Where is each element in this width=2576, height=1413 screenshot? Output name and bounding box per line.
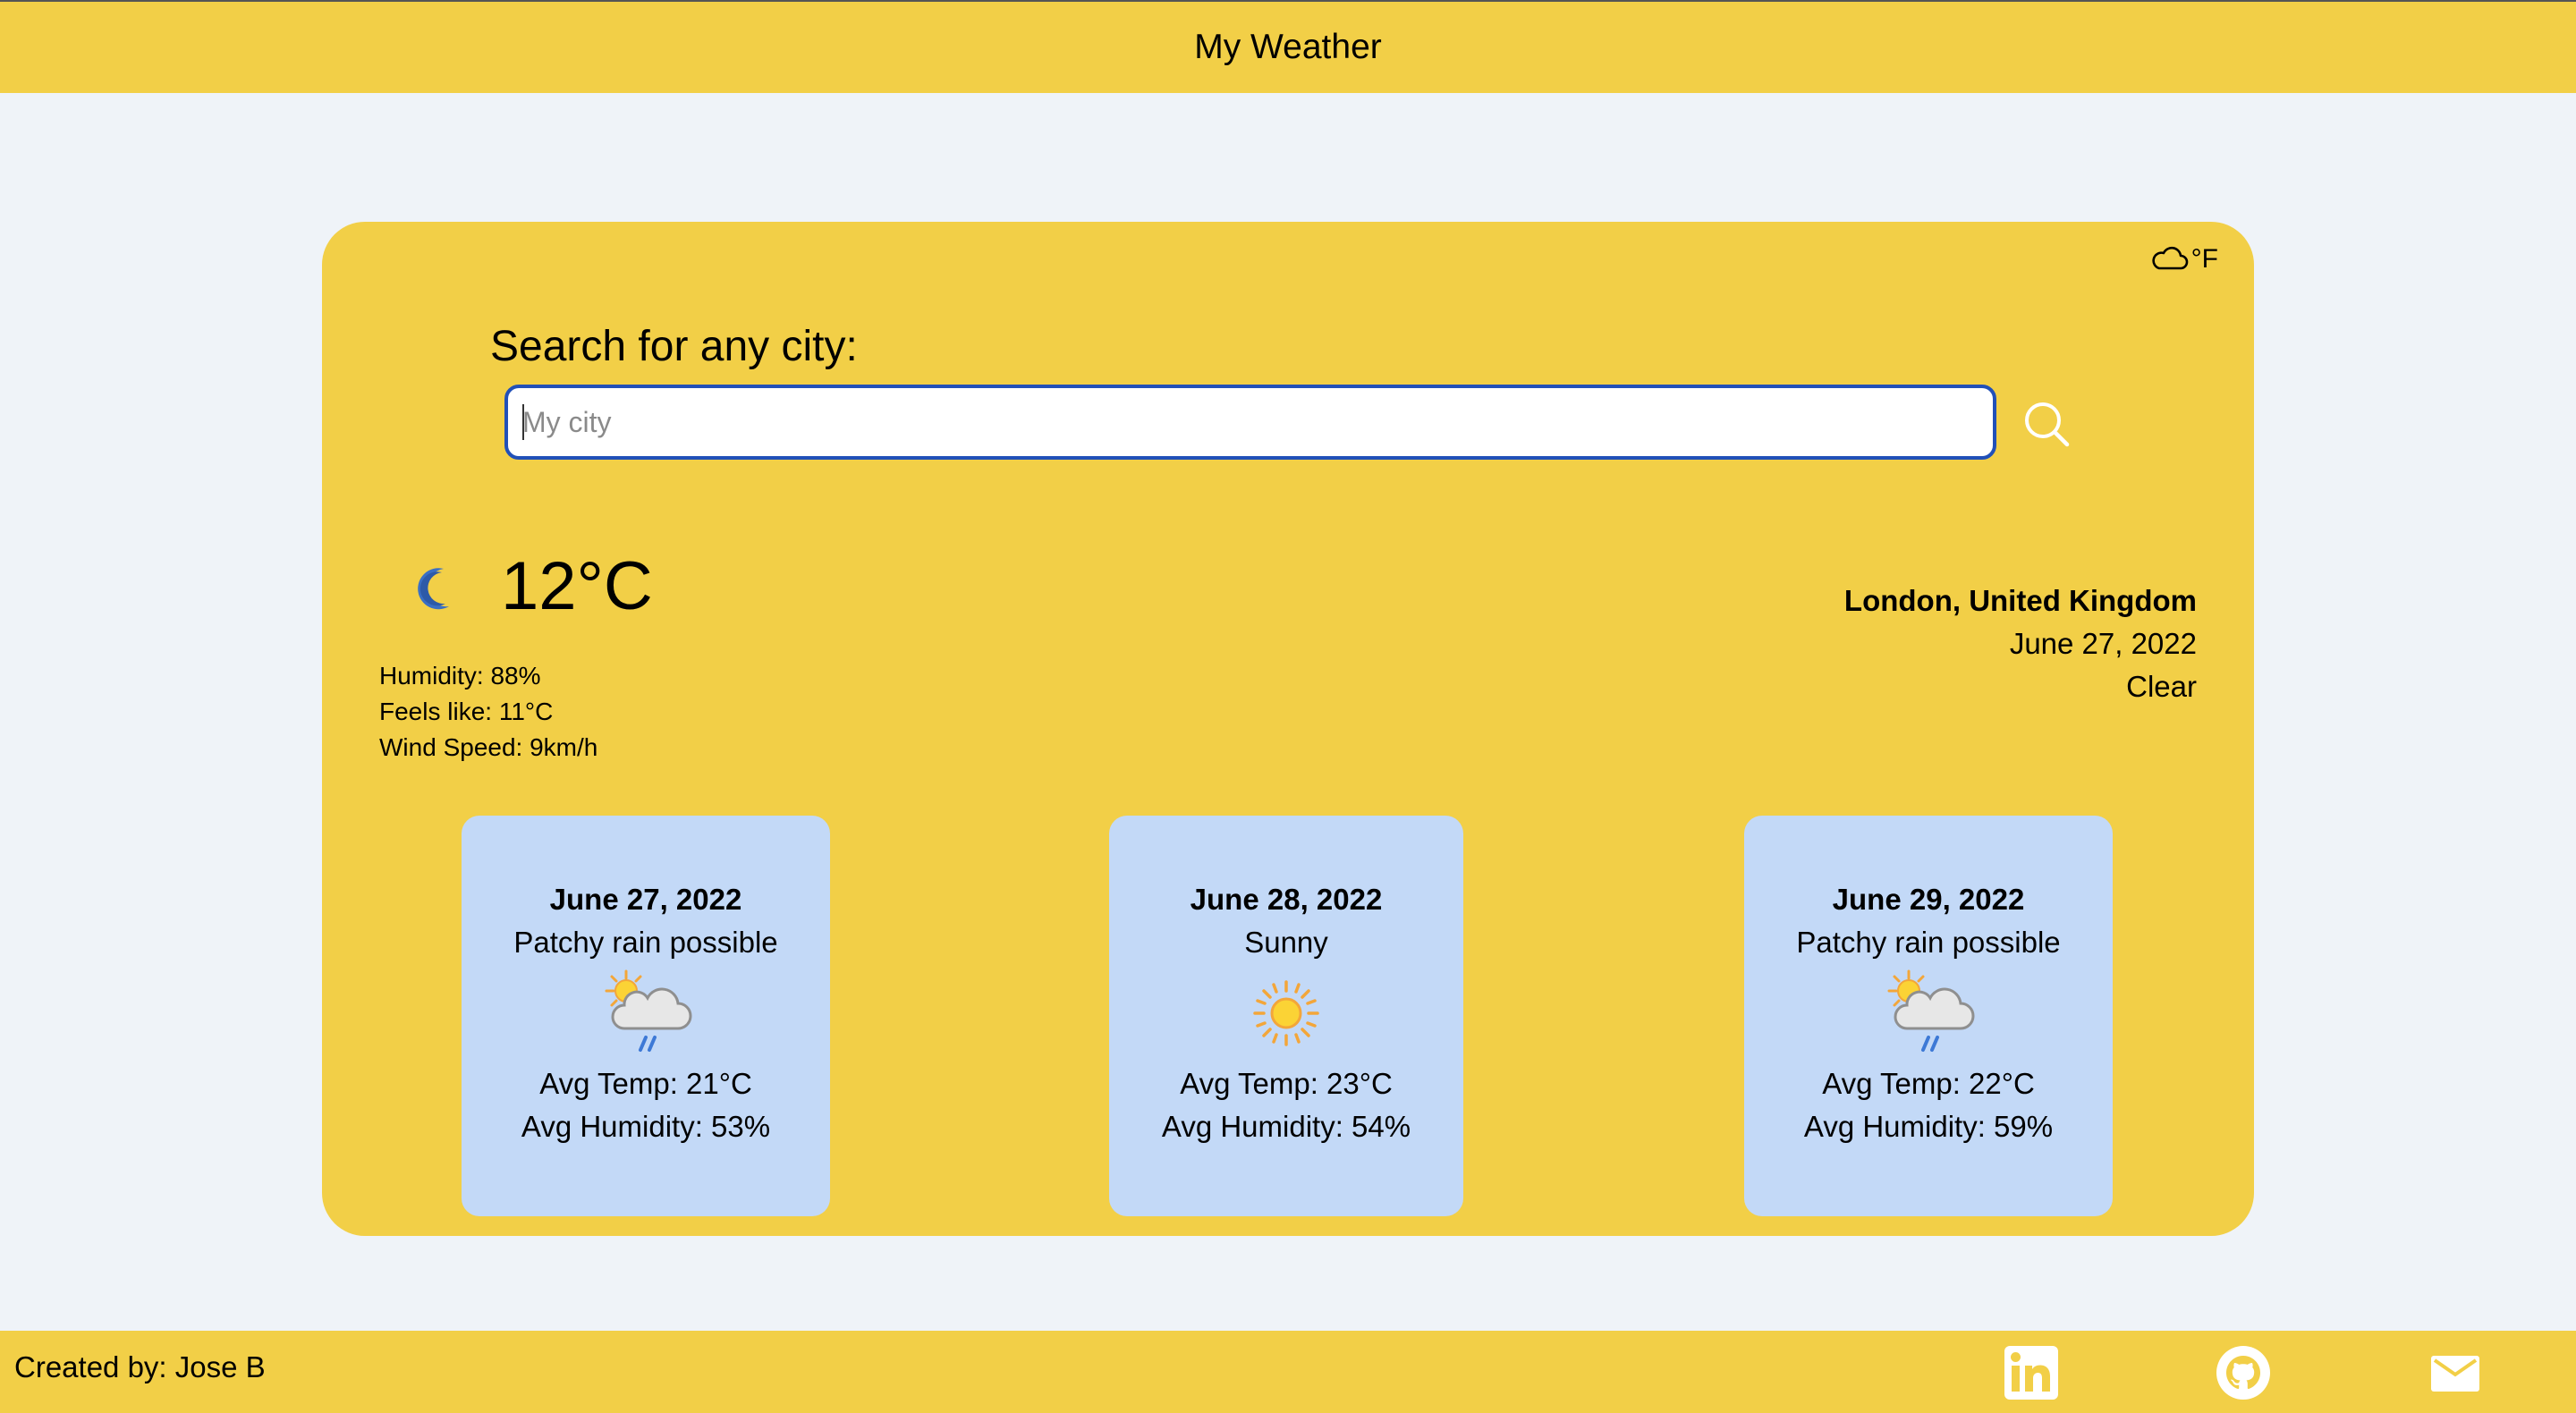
unit-toggle-label: °F bbox=[2190, 244, 2218, 274]
feels-like-text: Feels like: 11°C bbox=[379, 698, 554, 725]
forecast-avg-humidity: Avg Humidity: 59% bbox=[1803, 1110, 2054, 1143]
forecast-card: June 29, 2022 Patchy rain possible Avg T… bbox=[1744, 816, 2113, 1216]
forecast-avg-temp: Avg Temp: 21°C bbox=[539, 1067, 752, 1100]
weather-card: °F Search for any city: 12°C Humidity: 8… bbox=[322, 222, 2254, 1236]
patchy-rain-icon bbox=[1887, 969, 1975, 1052]
mail-icon[interactable] bbox=[2428, 1345, 2483, 1400]
forecast-card: June 28, 2022 Sunny Avg Temp: 23°C Avg H… bbox=[1109, 816, 1463, 1216]
footer-credit: Created by: Jose B bbox=[14, 1350, 266, 1383]
location-info: London, United Kingdom June 27, 2022 Cle… bbox=[1844, 580, 2197, 708]
search-label: Search for any city: bbox=[490, 323, 858, 370]
forecast-condition: Patchy rain possible bbox=[513, 926, 778, 959]
forecast-avg-humidity: Avg Humidity: 53% bbox=[521, 1110, 771, 1143]
current-condition: Clear bbox=[2126, 670, 2197, 703]
app-title: My Weather bbox=[1194, 28, 1382, 66]
wind-speed-text: Wind Speed: 9km/h bbox=[379, 733, 598, 761]
forecast-condition: Sunny bbox=[1244, 926, 1328, 959]
forecast-condition: Patchy rain possible bbox=[1796, 926, 2061, 959]
humidity-text: Humidity: 88% bbox=[379, 662, 541, 690]
patchy-rain-icon bbox=[605, 969, 692, 1052]
linkedin-icon[interactable] bbox=[2004, 1345, 2059, 1400]
footer: Created by: Jose B bbox=[0, 1331, 2576, 1413]
cloud-icon bbox=[2152, 246, 2188, 270]
forecast-date: June 28, 2022 bbox=[1190, 883, 1383, 916]
forecast-avg-temp: Avg Temp: 22°C bbox=[1822, 1067, 2035, 1100]
current-temperature: 12°C bbox=[501, 548, 653, 624]
location-name: London, United Kingdom bbox=[1843, 584, 2197, 617]
current-date: June 27, 2022 bbox=[2009, 627, 2197, 660]
github-icon[interactable] bbox=[2216, 1345, 2271, 1400]
sun-icon bbox=[1253, 980, 1319, 1046]
search-icon[interactable] bbox=[2020, 397, 2073, 451]
forecast-card: June 27, 2022 Patchy rain possible Avg T… bbox=[462, 816, 830, 1216]
forecast-date: June 27, 2022 bbox=[549, 883, 742, 916]
unit-toggle-button[interactable]: °F bbox=[2150, 243, 2218, 275]
app-header: My Weather bbox=[0, 0, 2576, 93]
moon-icon bbox=[418, 568, 449, 610]
forecast-date: June 29, 2022 bbox=[1832, 883, 2025, 916]
search-input[interactable] bbox=[504, 385, 1996, 460]
forecast-avg-humidity: Avg Humidity: 54% bbox=[1161, 1110, 1411, 1143]
current-details: Humidity: 88% Feels like: 11°C Wind Spee… bbox=[379, 658, 597, 766]
forecast-avg-temp: Avg Temp: 23°C bbox=[1180, 1067, 1393, 1100]
text-cursor bbox=[522, 404, 524, 440]
